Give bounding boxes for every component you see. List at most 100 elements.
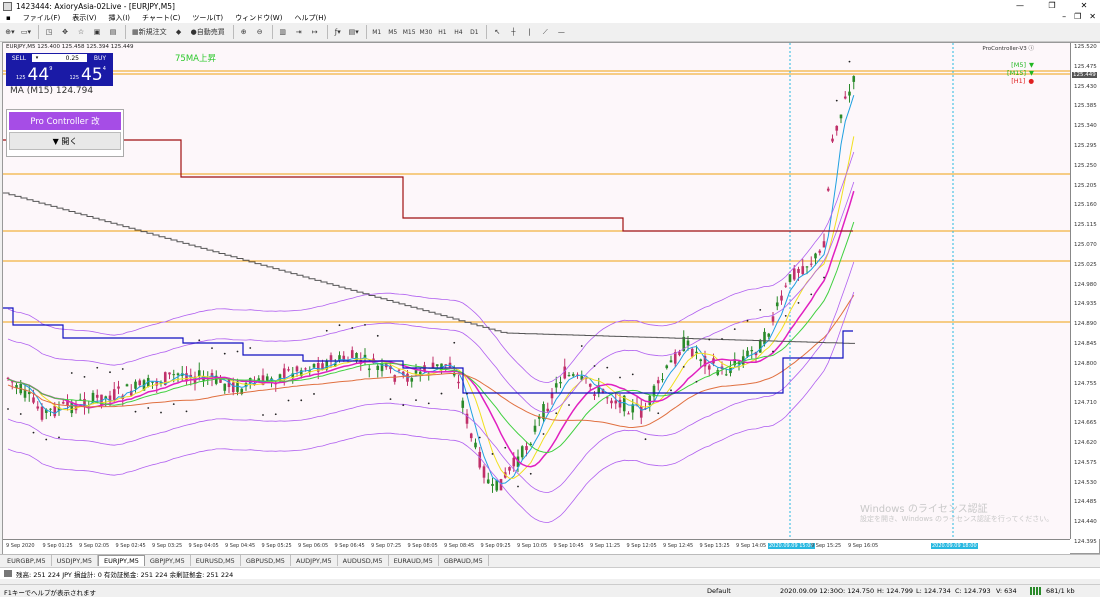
- chart-tab[interactable]: GBPUSD,M5: [241, 555, 291, 566]
- navigator-icon[interactable]: ☆: [74, 25, 88, 39]
- ma-line: [7, 95, 855, 485]
- chart-tab[interactable]: EURGBP,M5: [2, 555, 52, 566]
- price-tick-label: 124.800: [1074, 360, 1097, 367]
- candle-body: [474, 442, 477, 448]
- new-chart-icon[interactable]: ⊕▾: [3, 25, 17, 39]
- lot-size-input[interactable]: 0.25: [42, 54, 87, 62]
- price-axis[interactable]: 125.520 125.475 125.430 125.385 125.340 125.2…: [1070, 43, 1100, 545]
- tester-icon[interactable]: ▤: [106, 25, 120, 39]
- trendline-icon[interactable]: ⟋: [538, 25, 552, 39]
- candle-body: [805, 266, 809, 268]
- chart-tab[interactable]: EURUSD,M5: [191, 555, 241, 566]
- chart-tab[interactable]: EURAUD,M5: [389, 555, 439, 566]
- tf-h1[interactable]: H1: [435, 25, 449, 39]
- candle-body: [588, 383, 592, 387]
- price-tick-label: 124.620: [1074, 440, 1097, 446]
- price-tick-label: 124.755: [1074, 380, 1097, 387]
- time-tick-label: 9 Sep 16:05: [848, 543, 879, 549]
- pro-controller-open-button[interactable]: ▼ 開く: [9, 132, 121, 150]
- price-tick-label: 125.340: [1074, 123, 1097, 130]
- sar-dot: [746, 319, 749, 322]
- market-watch-icon[interactable]: ◳: [42, 25, 56, 39]
- candle-body: [414, 370, 418, 374]
- sar-dot: [453, 341, 456, 344]
- sar-dot: [32, 431, 35, 434]
- horizontal-line-icon[interactable]: —: [554, 25, 568, 39]
- metaeditor-icon[interactable]: ◆: [172, 25, 186, 39]
- candle-body: [525, 446, 528, 451]
- buy-button[interactable]: BUY: [87, 53, 113, 63]
- sar-dot: [682, 365, 685, 368]
- templates-icon[interactable]: ▤▾: [347, 25, 361, 39]
- candle-body: [792, 268, 796, 280]
- new-order-button[interactable]: ▦ 新規注文: [129, 25, 170, 39]
- menu-file[interactable]: ファイル(F): [17, 13, 67, 23]
- candle-body: [138, 380, 142, 386]
- candle-body: [669, 360, 673, 363]
- autoscroll-icon[interactable]: ⇥: [292, 25, 306, 39]
- tf-m5[interactable]: M5: [386, 25, 400, 39]
- time-axis[interactable]: 9 Sep 2020 9 Sep 01:25 9 Sep 02:05 9 Sep 02…: [3, 539, 1070, 555]
- time-tick-label: 9 Sep 01:25: [42, 543, 73, 549]
- tf-m1[interactable]: M1: [370, 25, 384, 39]
- cursor-icon[interactable]: ↖: [490, 25, 504, 39]
- menu-view[interactable]: 表示(V): [66, 13, 102, 23]
- mdi-restore-icon[interactable]: ❐: [1074, 12, 1081, 21]
- sar-dot: [848, 60, 851, 63]
- vertical-line-icon[interactable]: |: [522, 25, 536, 39]
- mdi-close-icon[interactable]: ✕: [1089, 12, 1096, 21]
- indicators-icon[interactable]: ƒ▾: [331, 25, 345, 39]
- chart-tab[interactable]: USDJPY,M5: [52, 555, 98, 566]
- chart-tab[interactable]: GBPJPY,M5: [145, 555, 191, 566]
- zoom-in-icon[interactable]: ⊕: [237, 25, 251, 39]
- menu-tools[interactable]: ツール(T): [186, 13, 229, 23]
- candle-body: [763, 331, 766, 345]
- profiles-icon[interactable]: ▭▾: [19, 25, 33, 39]
- chart-plot-area[interactable]: EURJPY,M5 125.400 125.458 125.394 125.44…: [3, 43, 1070, 539]
- tf-d1[interactable]: D1: [467, 25, 481, 39]
- tile-icon[interactable]: ▥: [276, 25, 290, 39]
- lot-down-icon[interactable]: ▾: [32, 54, 42, 62]
- sell-price[interactable]: 125 44 9: [6, 63, 60, 86]
- chart-tab[interactable]: AUDJPY,M5: [291, 555, 338, 566]
- menu-window[interactable]: ウィンドウ(W): [229, 13, 288, 23]
- crosshair-icon[interactable]: ┼: [506, 25, 520, 39]
- time-tick-label: 9 Sep 04:45: [225, 543, 256, 549]
- chart-tab[interactable]: EURJPY,M5: [97, 555, 145, 566]
- sar-dot: [160, 411, 162, 414]
- buy-price[interactable]: 125 45 4: [60, 63, 114, 86]
- restore-button[interactable]: ❐: [1036, 0, 1068, 12]
- menu-help[interactable]: ヘルプ(H): [288, 13, 332, 23]
- candle-body: [295, 366, 299, 372]
- pro-controller-title[interactable]: Pro Controller 改: [9, 112, 121, 130]
- menu-bar: ▪ ファイル(F) 表示(V) 挿入(I) チャート(C) ツール(T) ウィン…: [0, 12, 1100, 23]
- tf-h4[interactable]: H4: [451, 25, 465, 39]
- new-order-label: 新規注文: [138, 28, 167, 36]
- menu-insert[interactable]: 挿入(I): [103, 13, 137, 23]
- chart-tab[interactable]: AUDUSD,M5: [338, 555, 389, 566]
- candle-body: [265, 376, 269, 381]
- auto-trade-button[interactable]: ● 自動売買: [188, 25, 228, 39]
- menu-chart[interactable]: チャート(C): [136, 13, 186, 23]
- candle-body: [49, 408, 52, 410]
- minimize-button[interactable]: —: [1004, 0, 1036, 12]
- sell-button[interactable]: SELL: [6, 53, 32, 63]
- sar-dot: [236, 350, 239, 353]
- mdi-minimize-icon[interactable]: –: [1062, 12, 1066, 21]
- data-window-icon[interactable]: ✥: [58, 25, 72, 39]
- status-profile[interactable]: Default: [707, 587, 731, 595]
- tf-m15[interactable]: M15: [402, 25, 417, 39]
- price-tick-label: 124.395: [1074, 539, 1097, 545]
- candle-body: [567, 375, 571, 377]
- terminal-icon[interactable]: ▣: [90, 25, 104, 39]
- close-button[interactable]: ✕: [1068, 0, 1100, 12]
- candle-body: [91, 392, 95, 402]
- price-tick-label: 124.530: [1074, 479, 1097, 486]
- candle-body: [61, 402, 65, 404]
- candle-body: [512, 457, 516, 467]
- chart-shift-icon[interactable]: ↦: [308, 25, 322, 39]
- candle-body: [788, 274, 792, 282]
- chart-tab[interactable]: GBPAUD,M5: [439, 555, 489, 566]
- zoom-out-icon[interactable]: ⊖: [253, 25, 267, 39]
- tf-m30[interactable]: M30: [419, 25, 434, 39]
